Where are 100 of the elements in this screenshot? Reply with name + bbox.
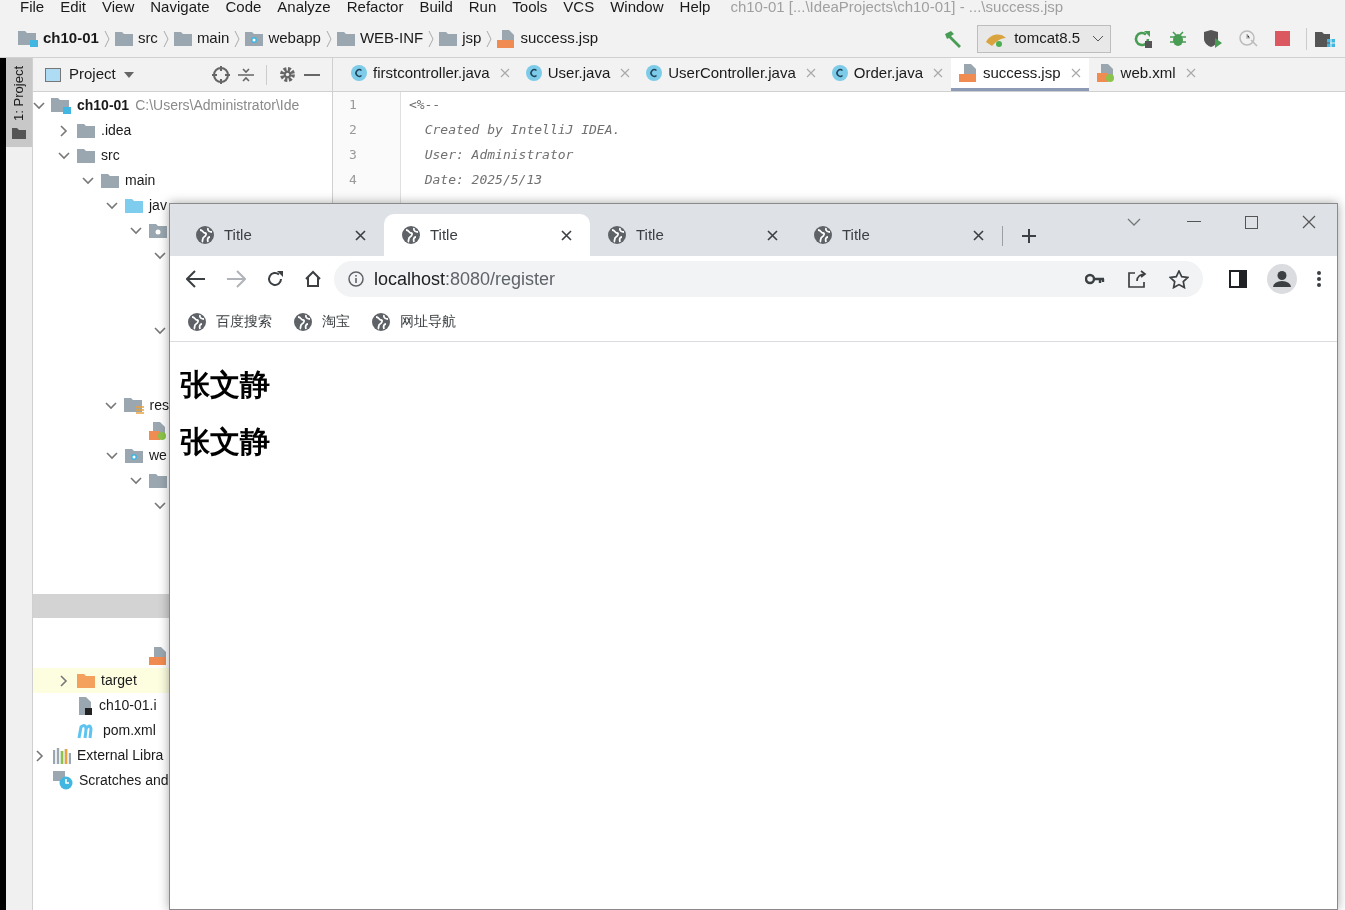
chevron-down-icon[interactable] xyxy=(58,151,70,160)
breadcrumb[interactable]: jsp xyxy=(462,27,482,50)
tree-item-label[interactable]: res xyxy=(149,395,169,416)
browser-tab[interactable]: Title xyxy=(384,214,590,256)
chevron-down-icon[interactable] xyxy=(154,251,166,260)
chevron-down-icon[interactable] xyxy=(154,326,166,335)
dropdown-caret-icon[interactable] xyxy=(123,71,134,78)
info-icon[interactable] xyxy=(348,271,364,287)
address-bar[interactable]: localhost:8080/register xyxy=(334,261,1203,297)
key-icon[interactable] xyxy=(1085,273,1105,285)
folder-icon xyxy=(173,31,192,46)
editor-tab[interactable]: success.jsp xyxy=(951,58,1089,91)
chevron-right-icon[interactable] xyxy=(58,674,70,687)
tree-item-label[interactable]: Scratches and xyxy=(79,770,169,791)
bookmark-link[interactable]: 百度搜索 xyxy=(188,311,272,332)
editor-tab[interactable]: web.xml xyxy=(1088,58,1204,91)
chevron-down-icon[interactable] xyxy=(1127,218,1141,226)
profile-avatar-icon[interactable] xyxy=(1267,264,1297,294)
browser-tab[interactable]: Title xyxy=(590,214,796,256)
breadcrumb[interactable]: src xyxy=(137,27,158,50)
menu-item[interactable]: View xyxy=(102,0,135,14)
hammer-icon[interactable] xyxy=(943,29,964,48)
share-icon[interactable] xyxy=(1127,270,1147,288)
tree-item-label[interactable]: ch10-01 xyxy=(77,95,130,116)
menu-item[interactable]: Window xyxy=(610,0,664,14)
project-tool-tab[interactable]: 1: Project xyxy=(6,58,32,147)
collapse-icon[interactable] xyxy=(238,66,254,83)
tree-item-label[interactable]: jav xyxy=(149,195,167,216)
tree-item-label[interactable]: target xyxy=(101,670,137,691)
crosshair-icon[interactable] xyxy=(212,65,230,84)
tree-item-label[interactable]: pom.xml xyxy=(103,720,156,741)
chevron-right-icon[interactable] xyxy=(34,749,46,762)
close-icon[interactable] xyxy=(1302,215,1316,229)
coverage-shield-icon[interactable] xyxy=(1203,29,1223,48)
menu-item[interactable]: File xyxy=(20,0,45,14)
tree-item-label[interactable]: we xyxy=(149,445,167,466)
menu-item[interactable]: Build xyxy=(419,0,453,14)
tree-row[interactable]: target xyxy=(33,668,169,693)
menu-item[interactable]: Navigate xyxy=(150,0,210,14)
tree-item-label[interactable]: External Libra xyxy=(77,745,164,766)
menu-item[interactable]: Code xyxy=(225,0,262,14)
chevron-down-icon[interactable] xyxy=(154,501,166,510)
bug-icon[interactable] xyxy=(1169,29,1187,48)
bookmark-link[interactable]: 淘宝 xyxy=(294,311,350,332)
menu-item[interactable]: Run xyxy=(468,0,497,14)
folder-icon xyxy=(149,473,167,488)
chevron-down-icon[interactable] xyxy=(105,401,118,410)
tree-item-label[interactable]: main xyxy=(125,170,156,191)
editor-tab[interactable]: firstcontroller.java xyxy=(343,58,518,91)
breadcrumb[interactable]: webapp xyxy=(268,27,321,50)
project-structure-icon[interactable] xyxy=(1315,30,1335,47)
chevron-right-icon xyxy=(103,29,110,48)
browser-tab[interactable]: Title xyxy=(178,214,384,256)
panel-title[interactable]: Project xyxy=(69,63,116,86)
rerun-icon[interactable] xyxy=(1133,29,1153,48)
close-icon[interactable] xyxy=(355,229,366,241)
chevron-down-icon[interactable] xyxy=(106,451,118,460)
browser-tab[interactable]: Title xyxy=(796,214,1002,256)
breadcrumb[interactable]: WEB-INF xyxy=(359,27,424,50)
close-icon[interactable] xyxy=(973,229,984,241)
breadcrumb[interactable]: main xyxy=(196,27,230,50)
menu-item[interactable]: Analyze xyxy=(277,0,331,14)
menu-item[interactable]: Edit xyxy=(60,0,87,14)
more-menu-icon[interactable] xyxy=(1317,271,1321,287)
maximize-icon[interactable] xyxy=(1245,215,1258,229)
line-number: 4 xyxy=(348,170,358,189)
bookmark-link[interactable]: 网址导航 xyxy=(372,311,456,332)
reload-icon[interactable] xyxy=(266,270,284,288)
tree-item-label[interactable]: .idea xyxy=(101,120,132,141)
chevron-down-icon[interactable] xyxy=(33,101,45,110)
chevron-down-icon[interactable] xyxy=(82,176,94,185)
chevron-down-icon[interactable] xyxy=(106,201,118,210)
side-panel-icon[interactable] xyxy=(1229,270,1247,288)
chevron-down-icon[interactable] xyxy=(130,476,142,485)
web-folder-icon xyxy=(245,31,264,46)
breadcrumb[interactable]: success.jsp xyxy=(520,27,598,50)
close-icon[interactable] xyxy=(561,229,572,241)
tree-item-label[interactable]: ch10-01.i xyxy=(99,695,157,716)
breadcrumb[interactable]: ch10-01 xyxy=(43,27,99,50)
back-icon[interactable] xyxy=(186,270,206,288)
star-icon[interactable] xyxy=(1169,269,1189,289)
menu-item[interactable]: Refactor xyxy=(346,0,404,14)
menu-item[interactable]: Tools xyxy=(512,0,548,14)
menu-item[interactable]: Help xyxy=(679,0,711,14)
close-icon[interactable] xyxy=(767,229,778,241)
folder-icon xyxy=(336,31,355,46)
editor-tab[interactable]: UserController.java xyxy=(638,58,824,91)
tree-item-label[interactable]: src xyxy=(101,145,120,166)
menu-item[interactable]: VCS xyxy=(563,0,595,14)
editor-tab[interactable]: Order.java xyxy=(823,58,951,91)
run-config-dropdown[interactable]: tomcat8.5 xyxy=(977,24,1111,53)
minimize-icon[interactable] xyxy=(1187,221,1201,223)
new-tab-icon[interactable] xyxy=(1021,228,1037,244)
chevron-right-icon[interactable] xyxy=(58,124,70,137)
home-icon[interactable] xyxy=(304,270,322,288)
editor-tab[interactable]: User.java xyxy=(517,58,639,91)
code-line: Date: 2025/5/13 xyxy=(423,170,544,189)
jsp-file-icon xyxy=(149,646,167,665)
chevron-down-icon[interactable] xyxy=(130,226,142,235)
globe-icon xyxy=(294,312,312,331)
